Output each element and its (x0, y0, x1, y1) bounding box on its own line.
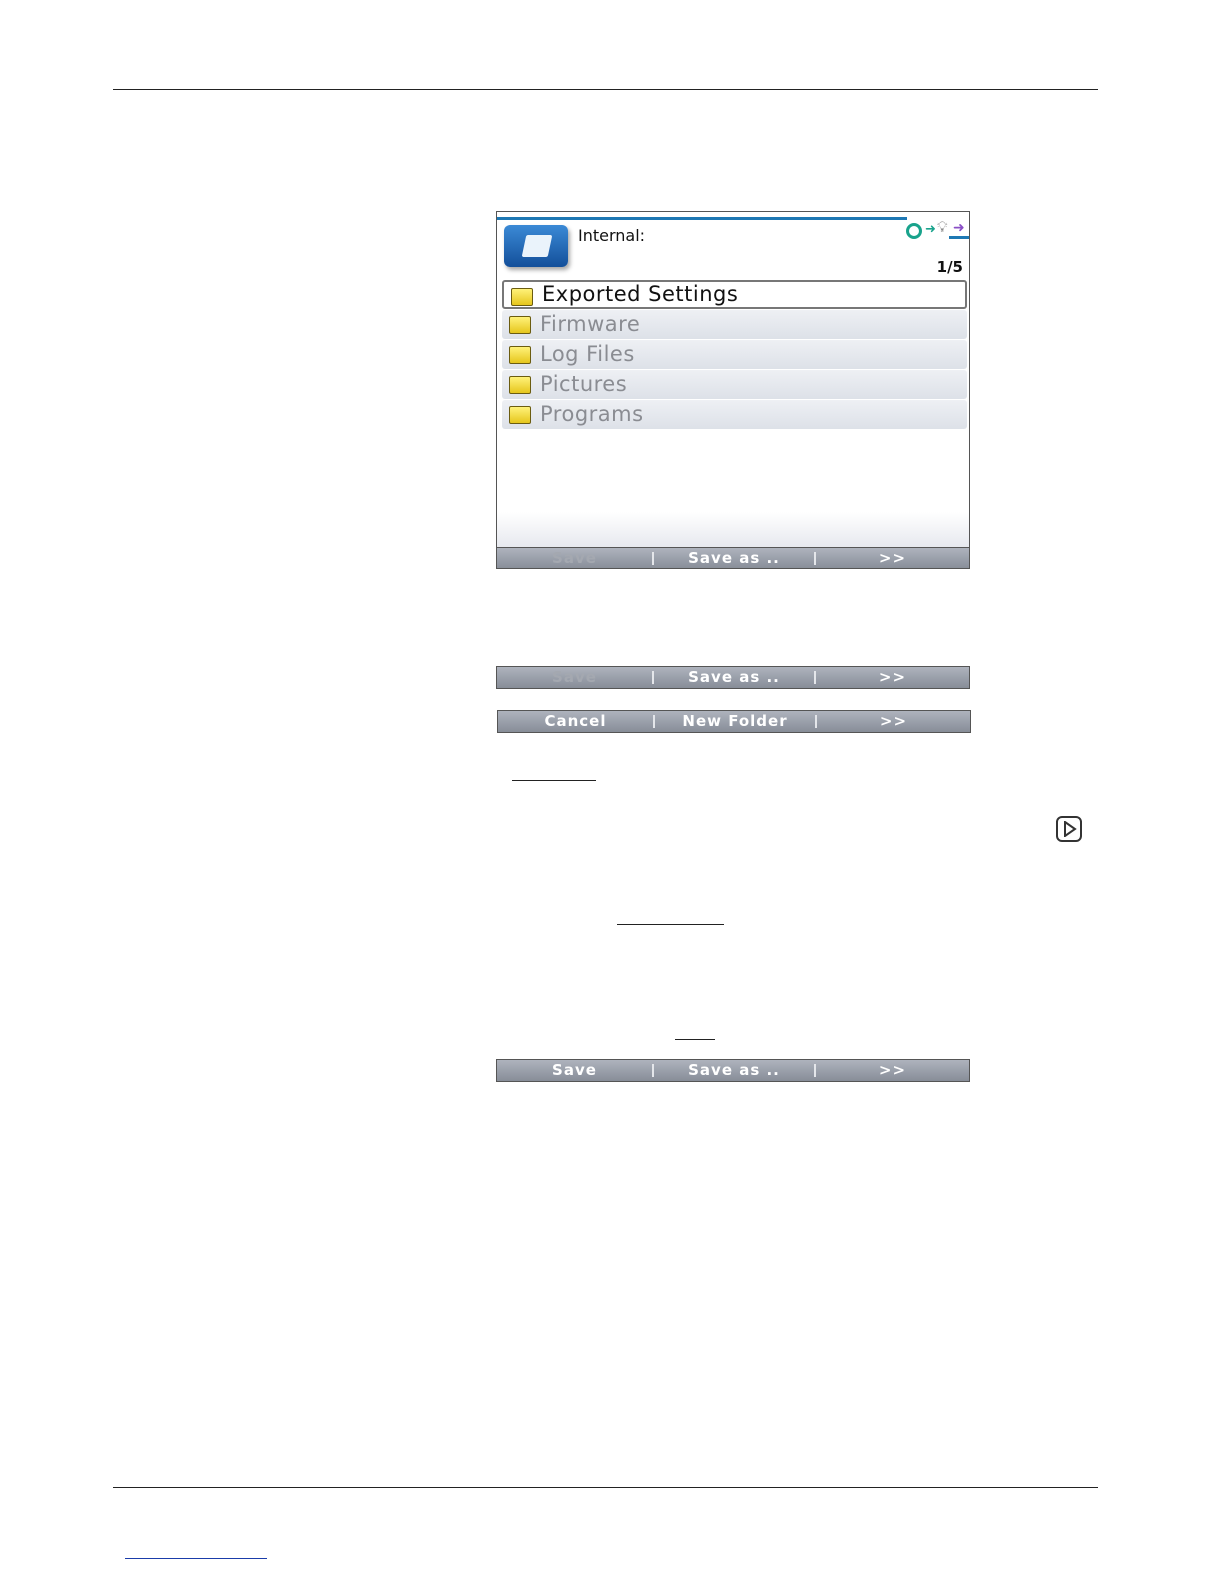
folder-label: Pictures (540, 372, 628, 396)
new-folder-softkey[interactable]: New Folder (655, 711, 815, 732)
save-as-softkey[interactable]: Save as .. (654, 667, 814, 688)
device-screen: Internal: ➜ 💡︎ ➜ 1/5 Exported Settings F… (496, 211, 970, 569)
more-softkey[interactable]: >> (817, 711, 970, 732)
folder-row[interactable]: Pictures (502, 370, 967, 399)
footer-link-underline[interactable] (125, 1558, 267, 1559)
footer-rule (113, 1487, 1098, 1488)
save-softkey[interactable]: Save (497, 1060, 652, 1081)
underline-mark (675, 1039, 715, 1040)
more-softkey[interactable]: >> (816, 667, 969, 688)
softkey-bar-new-folder: Cancel New Folder >> (497, 710, 971, 733)
save-softkey[interactable]: Save (497, 548, 652, 568)
location-label: Internal: (578, 226, 646, 245)
folder-label: Firmware (540, 312, 641, 336)
header-rule (113, 89, 1098, 90)
folder-label: Log Files (540, 342, 635, 366)
underline-mark (512, 780, 596, 781)
folder-list: Exported Settings Firmware Log Files Pic… (502, 280, 967, 430)
play-button-icon[interactable] (1056, 816, 1082, 842)
save-as-softkey[interactable]: Save as .. (654, 1060, 814, 1081)
folder-row[interactable]: Firmware (502, 310, 967, 339)
list-bottom-fade (497, 512, 969, 548)
more-softkey[interactable]: >> (816, 548, 969, 568)
page-counter: 1/5 (936, 258, 963, 276)
connection-ring-icon (906, 223, 922, 239)
folder-row[interactable]: Programs (502, 400, 967, 429)
folder-label: Programs (540, 402, 644, 426)
folder-icon (511, 288, 533, 306)
folder-icon (509, 346, 531, 364)
save-softkey[interactable]: Save (497, 667, 652, 688)
folder-row[interactable]: Exported Settings (502, 280, 967, 309)
folder-label: Exported Settings (542, 282, 739, 306)
folder-row[interactable]: Log Files (502, 340, 967, 369)
underline-mark (617, 924, 724, 925)
status-icons: ➜ 💡︎ ➜ (903, 216, 969, 239)
save-as-softkey[interactable]: Save as .. (654, 548, 814, 568)
lightbulb-icon: 💡︎ (937, 218, 948, 236)
more-softkey[interactable]: >> (816, 1060, 969, 1081)
softkey-bar-save-enabled: Save Save as .. >> (496, 1059, 970, 1082)
folder-icon (509, 406, 531, 424)
softkey-bar-save-disabled: Save Save as .. >> (496, 666, 970, 689)
file-browser-icon (504, 225, 568, 267)
cancel-softkey[interactable]: Cancel (498, 711, 653, 732)
softkey-bar: Save Save as .. >> (497, 547, 969, 568)
title-accent-line (497, 217, 907, 220)
folder-icon (509, 316, 531, 334)
arrow-right-icon: ➜ (925, 222, 936, 237)
folder-icon (509, 376, 531, 394)
arrow-right-icon: ➜ (953, 220, 965, 236)
